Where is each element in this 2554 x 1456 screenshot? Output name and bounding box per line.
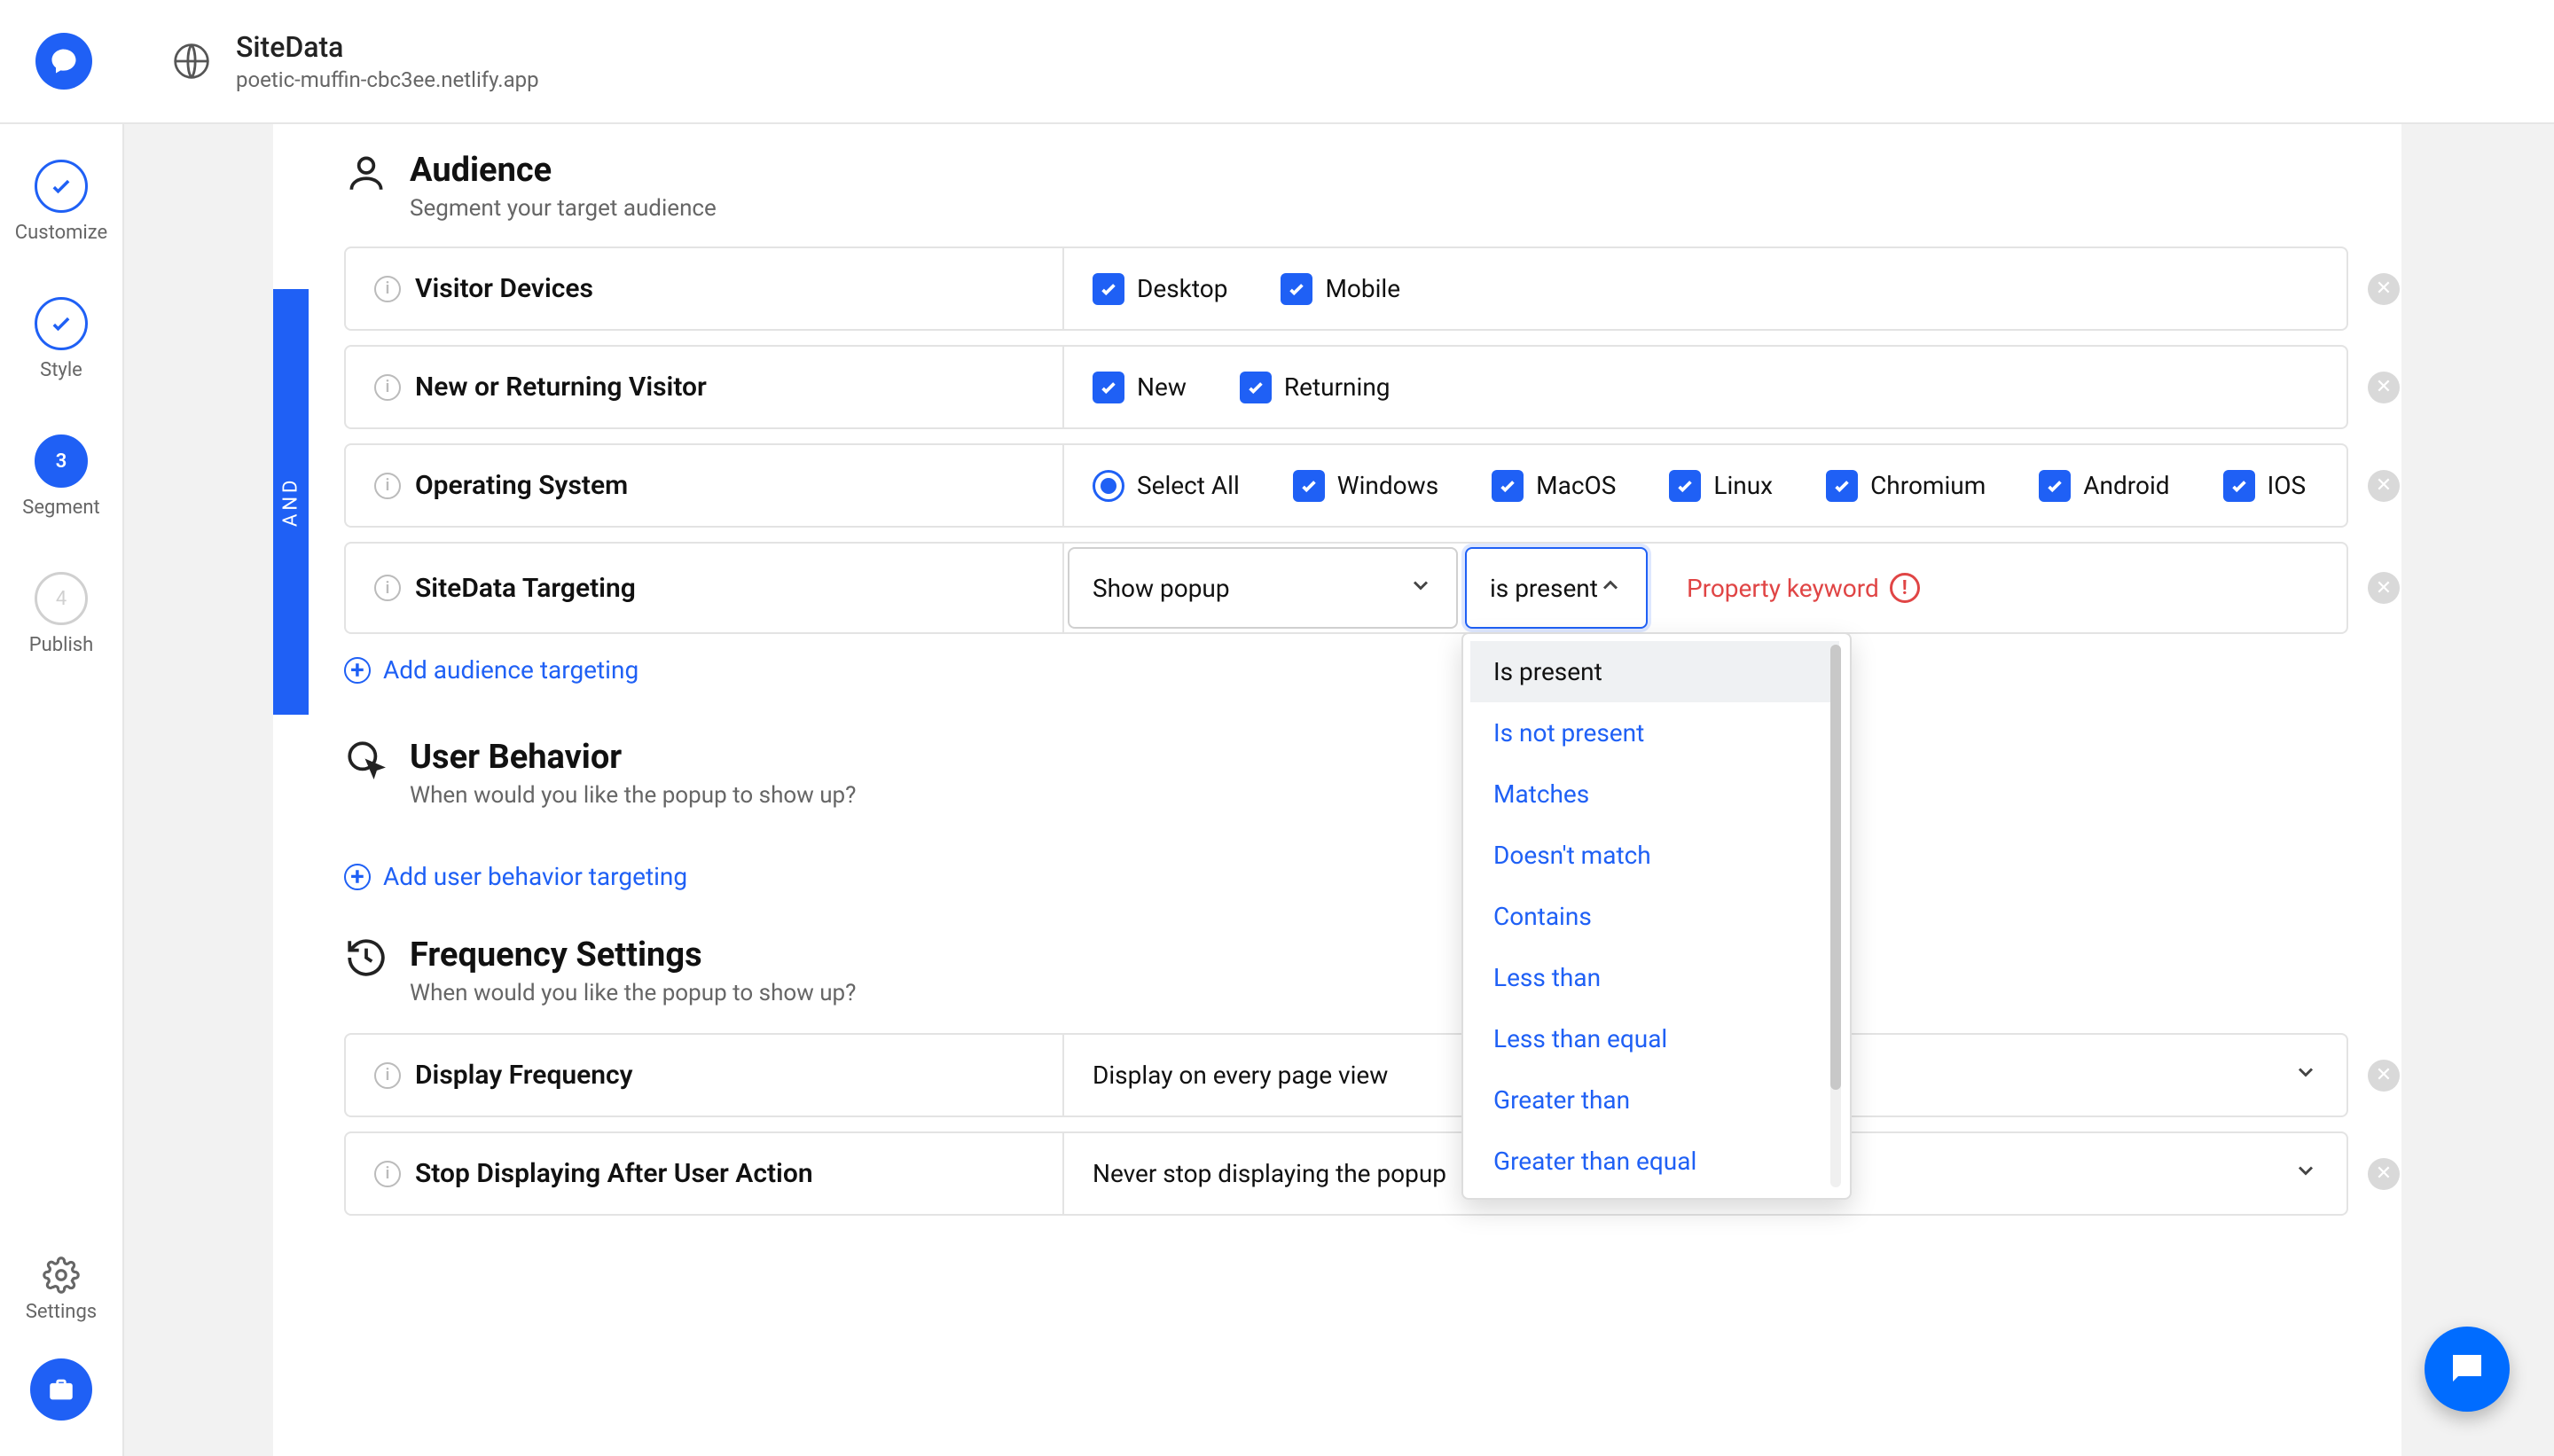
section-header-behavior: User Behavior When would you like the po…: [344, 738, 2348, 809]
behavior-title: User Behavior: [410, 738, 856, 777]
condition-dropdown: Is present Is not present Matches Doesn'…: [1461, 632, 1852, 1200]
dropdown-item-less-than-equal[interactable]: Less than equal: [1470, 1008, 1839, 1069]
dropdown-item-contains[interactable]: Contains: [1470, 886, 1839, 947]
rail-step-label: Segment: [22, 497, 99, 519]
info-icon[interactable]: i: [374, 374, 401, 401]
remove-row-button[interactable]: ✕: [2368, 1158, 2400, 1190]
section-header-audience: Audience Segment your target audience: [344, 151, 2348, 222]
info-icon[interactable]: i: [374, 575, 401, 601]
rail-step-segment[interactable]: 3 Segment: [22, 434, 99, 519]
row-label: Operating System: [415, 470, 628, 501]
plus-icon: +: [344, 864, 371, 890]
dropdown-item-is-present[interactable]: Is present: [1470, 641, 1839, 702]
chat-fab-button[interactable]: [2425, 1327, 2510, 1412]
globe-icon: [172, 42, 211, 81]
info-icon[interactable]: i: [374, 1161, 401, 1187]
history-icon: [344, 935, 388, 980]
frequency-title: Frequency Settings: [410, 935, 856, 975]
cursor-click-icon: [344, 738, 388, 782]
checkbox-mobile[interactable]: Mobile: [1281, 273, 1400, 305]
site-title-block: SiteData poetic-muffin-cbc3ee.netlify.ap…: [236, 30, 539, 92]
add-behavior-targeting-link[interactable]: + Add user behavior targeting: [344, 862, 2348, 891]
rail-briefcase-button[interactable]: [30, 1358, 92, 1421]
behavior-subtitle: When would you like the popup to show up…: [410, 782, 856, 809]
info-icon[interactable]: i: [374, 1062, 401, 1089]
checkbox-windows[interactable]: Windows: [1293, 470, 1438, 502]
chat-bubble-icon: [48, 45, 80, 77]
step-number-3: 3: [35, 434, 88, 488]
row-label: Display Frequency: [415, 1060, 633, 1091]
select-condition[interactable]: is present: [1465, 547, 1648, 629]
rail-step-customize[interactable]: Customize: [15, 160, 107, 244]
remove-row-button[interactable]: ✕: [2368, 572, 2400, 604]
dropdown-scrollbar[interactable]: [1830, 645, 1841, 1187]
row-sitedata-targeting: i SiteData Targeting Show popup is prese…: [344, 542, 2348, 634]
left-rail: Customize Style 3 Segment 4 Publish Sett…: [0, 124, 124, 1456]
checkbox-ios[interactable]: IOS: [2223, 470, 2307, 502]
row-visitor-devices: i Visitor Devices Desktop Mobile ✕: [344, 247, 2348, 331]
warning-icon: !: [1890, 573, 1920, 603]
and-strip: AND: [273, 289, 309, 715]
rail-step-style[interactable]: Style: [35, 297, 88, 381]
checkbox-macos[interactable]: MacOS: [1492, 470, 1616, 502]
plus-icon: +: [344, 657, 371, 684]
radio-select-all[interactable]: Select All: [1093, 470, 1240, 502]
row-label: SiteData Targeting: [415, 573, 636, 604]
site-domain: poetic-muffin-cbc3ee.netlify.app: [236, 67, 539, 92]
chevron-down-icon: [2293, 1060, 2318, 1091]
audience-title: Audience: [410, 151, 717, 190]
checkbox-returning[interactable]: Returning: [1240, 372, 1391, 403]
step-number-4: 4: [35, 572, 88, 625]
row-stop-displaying: i Stop Displaying After User Action Neve…: [344, 1131, 2348, 1216]
add-audience-targeting-link[interactable]: + Add audience targeting: [344, 655, 2348, 685]
top-header: SiteData poetic-muffin-cbc3ee.netlify.ap…: [0, 0, 2554, 124]
audience-subtitle: Segment your target audience: [410, 195, 717, 222]
rail-step-label: Customize: [15, 222, 107, 244]
remove-row-button[interactable]: ✕: [2368, 372, 2400, 403]
rail-settings[interactable]: Settings: [26, 1256, 97, 1323]
checkbox-desktop[interactable]: Desktop: [1093, 273, 1227, 305]
row-label: Stop Displaying After User Action: [415, 1158, 813, 1189]
select-action[interactable]: Show popup: [1068, 547, 1458, 629]
person-icon: [344, 151, 388, 195]
remove-row-button[interactable]: ✕: [2368, 1060, 2400, 1092]
chevron-up-icon: [1598, 573, 1623, 604]
remove-row-button[interactable]: ✕: [2368, 470, 2400, 502]
row-display-frequency: i Display Frequency Display on every pag…: [344, 1033, 2348, 1117]
row-label: Visitor Devices: [415, 273, 593, 304]
checkbox-new[interactable]: New: [1093, 372, 1187, 403]
gear-icon: [43, 1256, 80, 1294]
row-operating-system: i Operating System Select All Windows Ma…: [344, 443, 2348, 528]
property-warning: Property keyword !: [1651, 573, 2346, 603]
checkbox-android[interactable]: Android: [2039, 470, 2169, 502]
dropdown-item-is-not-present[interactable]: Is not present: [1470, 702, 1839, 763]
main-panel: AND Audience Segment your target audienc…: [273, 124, 2401, 1456]
rail-settings-label: Settings: [26, 1301, 97, 1323]
rail-step-publish[interactable]: 4 Publish: [29, 572, 94, 656]
app-logo[interactable]: [35, 33, 92, 90]
section-header-frequency: Frequency Settings When would you like t…: [344, 935, 2348, 1006]
remove-row-button[interactable]: ✕: [2368, 273, 2400, 305]
chevron-down-icon: [2293, 1158, 2318, 1189]
rail-step-label: Style: [40, 359, 82, 381]
frequency-subtitle: When would you like the popup to show up…: [410, 980, 856, 1006]
row-visitor-type: i New or Returning Visitor New Returning…: [344, 345, 2348, 429]
info-icon[interactable]: i: [374, 276, 401, 302]
info-icon[interactable]: i: [374, 473, 401, 499]
dropdown-item-greater-than[interactable]: Greater than: [1470, 1069, 1839, 1131]
dropdown-item-matches[interactable]: Matches: [1470, 763, 1839, 825]
chat-icon: [2446, 1348, 2488, 1390]
rail-step-label: Publish: [29, 634, 94, 656]
checkbox-linux[interactable]: Linux: [1669, 470, 1773, 502]
row-label: New or Returning Visitor: [415, 372, 707, 403]
dropdown-item-less-than[interactable]: Less than: [1470, 947, 1839, 1008]
chevron-down-icon: [1408, 573, 1433, 604]
site-name: SiteData: [236, 30, 539, 64]
dropdown-item-doesnt-match[interactable]: Doesn't match: [1470, 825, 1839, 886]
dropdown-item-greater-than-equal[interactable]: Greater than equal: [1470, 1131, 1839, 1191]
checkbox-chromium[interactable]: Chromium: [1826, 470, 1986, 502]
briefcase-icon: [46, 1374, 76, 1405]
